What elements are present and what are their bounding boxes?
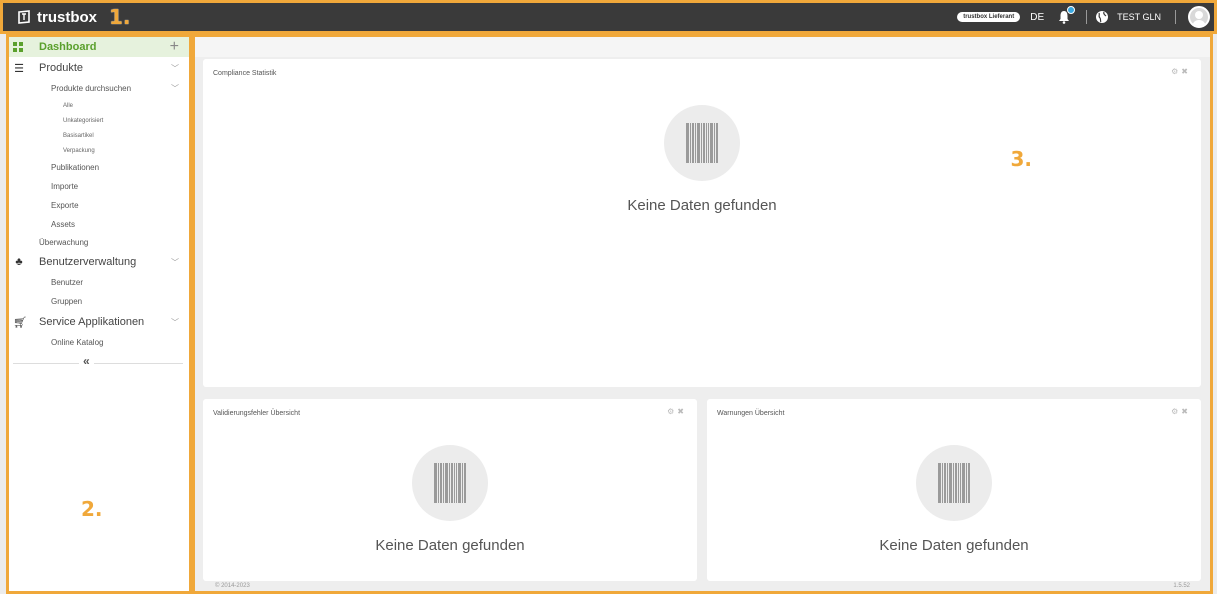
add-icon[interactable]: + [170,38,179,56]
sidebar-item-label: Alle [63,102,74,109]
chevron-down-icon: ﹀ [171,84,179,93]
chevron-down-icon: ﹀ [171,317,179,327]
close-icon[interactable]: ✖ [1181,67,1191,76]
sidebar-item-label: Unkategorisiert [63,117,104,124]
sidebar-item-label: Benutzerverwaltung [39,256,137,268]
sidebar-item-label: Publikationen [51,163,100,172]
widget-title: Warnungen Übersicht [717,410,785,417]
sidebar-item-label: Produkte [39,62,84,74]
sidebar-item-label: Benutzer [51,278,84,287]
annotation-marker-2: 2. [81,497,103,521]
sidebar-item-benutzerverwaltung[interactable]: ♣ Benutzerverwaltung ﹀ [9,251,189,273]
divider [1086,10,1088,24]
sidebar-item-alle[interactable]: Alle [9,98,189,113]
sidebar-item-basisartikel[interactable]: Basisartikel [9,128,189,143]
users-icon: ♣ [15,256,23,268]
sidebar-item-label: Gruppen [51,297,83,306]
notifications-button[interactable] [1058,6,1076,24]
language-selector[interactable]: DE [1030,12,1044,23]
sidebar-item-label: Produkte durchsuchen [51,84,132,93]
sidebar-item-label: Verpackung [63,147,95,154]
sidebar-item-produkte[interactable]: ☰ Produkte ﹀ [9,57,189,79]
chevron-down-icon: ﹀ [171,257,179,267]
sidebar-item-label: Service Applikationen [39,316,145,328]
sidebar-item-label: Basisartikel [63,132,94,139]
topbar-right-group: trustbox Lieferant DE TEST GLN [957,3,1214,31]
divider [13,363,183,364]
settings-gear-icon[interactable]: ⚙ [1171,67,1181,76]
globe-icon[interactable] [1095,10,1109,24]
sidebar-item-assets[interactable]: Assets [9,215,189,234]
dashboard-grid-icon [13,42,23,52]
widget-tools: ⚙✖ [1171,67,1191,76]
sidebar-item-label: Importe [51,182,79,191]
sidebar-item-dashboard[interactable]: Dashboard + [9,37,189,57]
user-name[interactable]: TEST GLN [1117,12,1161,22]
sidebar-collapse-row: « [9,354,189,374]
sidebar: Dashboard + ☰ Produkte ﹀ Produkte durchs… [6,34,192,594]
trustbox-logo-icon [18,10,30,24]
barcode-icon [916,445,992,521]
sidebar-item-label: Online Katalog [51,338,104,347]
notification-count-badge [1067,6,1076,14]
role-badge[interactable]: trustbox Lieferant [957,12,1021,22]
cart-icon: 🛒︎ [13,316,27,329]
widget-tools: ⚙✖ [1171,407,1191,416]
sidebar-item-gruppen[interactable]: Gruppen [9,292,189,311]
widget-title: Compliance Statistik [213,70,277,77]
warnungen-widget: Warnungen Übersicht ⚙✖ Keine Daten gefun… [707,399,1201,581]
version: 1.5.52 [1173,583,1190,589]
close-icon[interactable]: ✖ [677,407,687,416]
empty-state: Keine Daten gefunden [203,445,697,554]
sidebar-item-unkategorisiert[interactable]: Unkategorisiert [9,113,189,128]
sidebar-item-label: Überwachung [39,238,89,247]
collapse-sidebar-button[interactable]: « [79,354,94,368]
sidebar-item-service-applikationen[interactable]: 🛒︎ Service Applikationen ﹀ [9,311,189,333]
sidebar-item-ueberwachung[interactable]: Überwachung [9,234,189,251]
sidebar-item-label: Assets [51,220,76,229]
divider [1175,10,1176,24]
sidebar-item-importe[interactable]: Importe [9,177,189,196]
sidebar-item-produkte-durchsuchen[interactable]: Produkte durchsuchen ﹀ [9,79,189,98]
empty-state-message: Keine Daten gefunden [627,197,777,214]
dashboard-toolbar [195,37,1210,57]
sidebar-item-benutzer[interactable]: Benutzer [9,273,189,292]
chevron-down-icon: ﹀ [171,63,179,73]
sidebar-item-publikationen[interactable]: Publikationen [9,158,189,177]
sidebar-item-label: Exporte [51,201,79,210]
sidebar-item-online-katalog[interactable]: Online Katalog [9,333,189,352]
barcode-icon [412,445,488,521]
settings-gear-icon[interactable]: ⚙ [667,407,677,416]
barcode-icon [664,105,740,181]
sidebar-item-label: Dashboard [39,41,97,53]
annotation-marker-3: 3. [1010,147,1032,171]
list-icon: ☰ [14,62,24,75]
dashboard-main: Compliance Statistik ⚙✖ Keine Daten gefu… [192,34,1213,594]
empty-state-message: Keine Daten gefunden [375,537,525,554]
empty-state: Keine Daten gefunden [707,445,1201,554]
empty-state: Keine Daten gefunden [203,105,1201,214]
close-icon[interactable]: ✖ [1181,407,1191,416]
settings-gear-icon[interactable]: ⚙ [1171,407,1181,416]
footer: © 2014-2023 1.5.52 [203,583,1202,591]
empty-state-message: Keine Daten gefunden [879,537,1029,554]
sidebar-item-verpackung[interactable]: Verpackung [9,143,189,158]
widget-title: Validierungsfehler Übersicht [213,410,301,417]
validierungsfehler-widget: Validierungsfehler Übersicht ⚙✖ Keine Da… [203,399,697,581]
top-navigation-bar: trustbox 1. trustbox Lieferant DE TEST G… [0,0,1217,34]
widget-tools: ⚙✖ [667,407,687,416]
brand-logo[interactable]: trustbox [17,9,97,26]
copyright: © 2014-2023 [215,583,250,589]
avatar[interactable] [1188,6,1210,28]
compliance-statistik-widget: Compliance Statistik ⚙✖ Keine Daten gefu… [203,59,1201,387]
annotation-marker-1: 1. [109,5,131,29]
brand-name: trustbox [37,8,97,26]
sidebar-item-exporte[interactable]: Exporte [9,196,189,215]
